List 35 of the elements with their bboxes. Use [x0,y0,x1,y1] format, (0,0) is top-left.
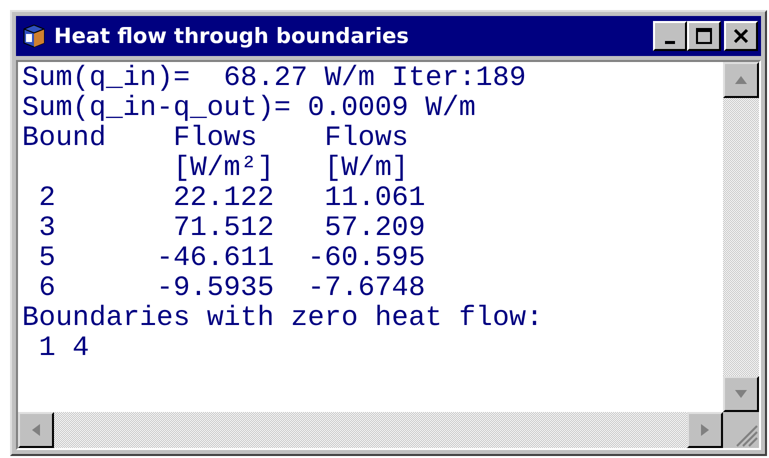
minimize-icon [665,40,675,44]
scroll-right-button[interactable] [687,412,723,448]
maximize-button[interactable] [687,21,721,51]
table-cell-text: -9.5935 [156,274,276,304]
table-cell-text: 6 [38,274,57,304]
footer-label: Boundaries with zero heat flow: [22,304,544,334]
scroll-down-button[interactable] [723,376,759,412]
column-unit: [W/m²] [172,154,276,184]
table-cell-text: 22.122 [172,184,276,214]
table-cell-text: -60.595 [308,244,426,274]
minimize-button[interactable] [653,21,687,51]
vertical-scrollbar[interactable] [723,62,759,412]
table-cell-text: 3 [38,214,57,244]
summary-line: Sum(q_in)= 68.27 W/m Iter:189 [22,64,528,94]
summary-line: Sum(q_in-q_out)= 0.0009 W/m [22,94,477,124]
footer-values: 1 4 [38,334,90,364]
scroll-left-button[interactable] [18,412,54,448]
table-cell-text: 57.209 [323,214,426,244]
cube-icon [22,23,46,49]
table-cell-text: 71.512 [172,214,276,244]
maximize-icon [696,28,712,44]
table-cell-text: -7.6748 [308,274,426,304]
table-cell-text: 5 [38,244,57,274]
table-cell-text: -46.611 [156,244,276,274]
table-cell-text: 11.061 [323,184,426,214]
column-heading: Flows [323,124,410,154]
scroll-up-button[interactable] [723,62,759,98]
window-title: Heat flow through boundaries [54,24,410,48]
close-button[interactable] [724,21,758,51]
close-icon [733,28,749,44]
column-heading: Bound [22,124,108,154]
column-unit: [W/m] [323,154,410,184]
horizontal-scrollbar[interactable] [18,412,723,448]
table-cell-text: 2 [38,184,57,214]
column-heading: Flows [172,124,258,154]
